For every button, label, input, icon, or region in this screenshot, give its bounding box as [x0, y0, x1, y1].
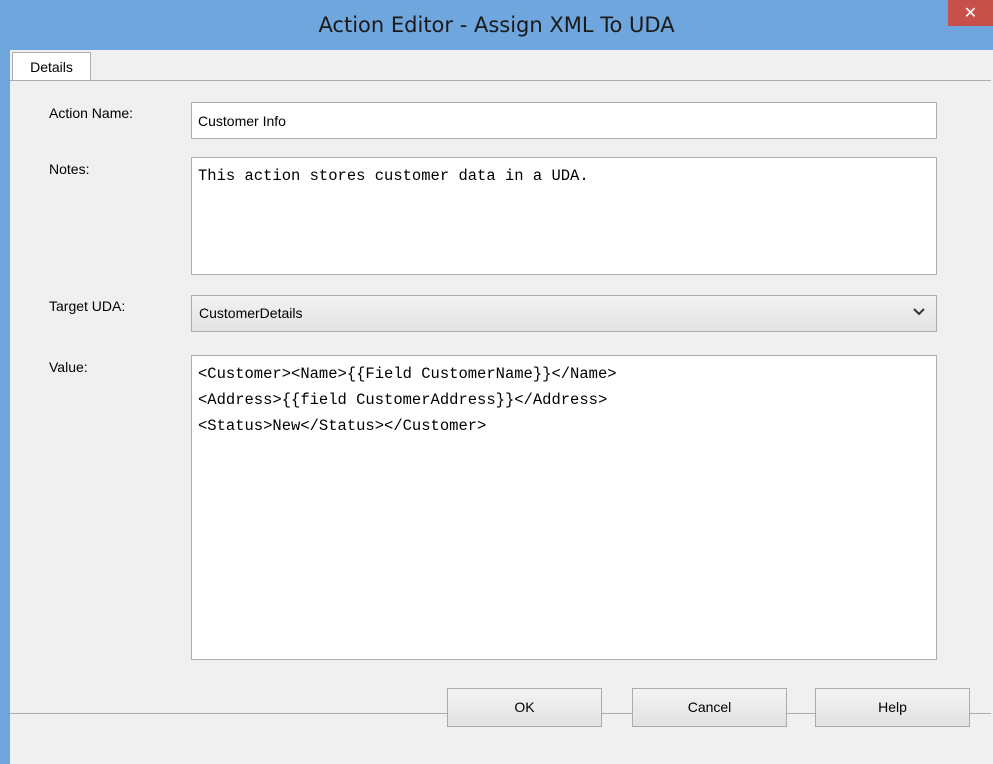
value-textarea[interactable]: <Customer><Name>{{Field CustomerName}}</…: [191, 355, 937, 660]
action-editor-window: Action Editor - Assign XML To UDA ✕ Deta…: [0, 0, 993, 764]
ok-button[interactable]: OK: [447, 688, 602, 727]
target-uda-selected-value: CustomerDetails: [199, 305, 303, 321]
tab-strip: Details: [10, 50, 993, 81]
notes-label: Notes:: [49, 161, 90, 177]
value-label: Value:: [49, 359, 88, 375]
notes-textarea[interactable]: This action stores customer data in a UD…: [191, 157, 937, 275]
close-icon: ✕: [963, 3, 978, 22]
close-button[interactable]: ✕: [948, 0, 993, 26]
details-panel: Action Name: Notes: This action stores c…: [10, 80, 991, 714]
cancel-button[interactable]: Cancel: [632, 688, 787, 727]
target-uda-label: Target UDA:: [49, 298, 126, 314]
dialog-client-area: Details Action Name: Notes: This action …: [10, 50, 993, 764]
target-uda-select[interactable]: CustomerDetails: [191, 295, 937, 332]
tab-details[interactable]: Details: [12, 52, 91, 81]
help-button[interactable]: Help: [815, 688, 970, 727]
action-name-label: Action Name:: [49, 105, 134, 121]
window-title: Action Editor - Assign XML To UDA: [318, 13, 675, 37]
chevron-down-icon: [913, 308, 925, 316]
title-bar[interactable]: Action Editor - Assign XML To UDA ✕: [0, 0, 993, 50]
action-name-field[interactable]: [191, 102, 937, 139]
